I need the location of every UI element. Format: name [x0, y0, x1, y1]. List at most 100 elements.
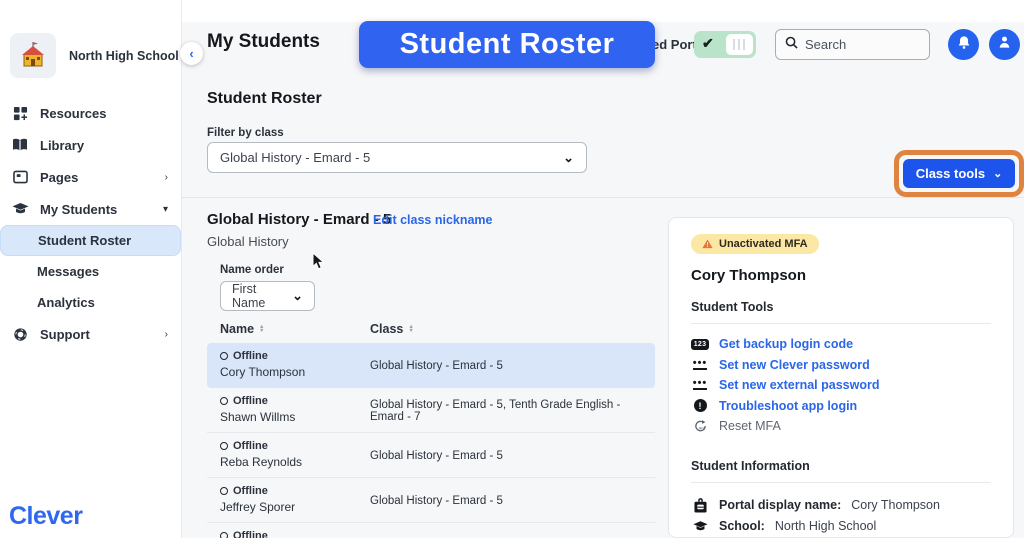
status-label: Offline — [233, 530, 268, 538]
name-order-value: First Name — [232, 282, 292, 310]
status-label: Offline — [233, 485, 268, 497]
sidebar: North High School Resources — [0, 0, 182, 538]
sidebar-item-resources[interactable]: Resources — [0, 97, 182, 129]
student-roster-app: North High School Resources — [0, 0, 1024, 538]
clever-logo: Clever — [9, 502, 82, 531]
table-row-cory-thompson[interactable]: Offline Cory Thompson Global History - E… — [207, 343, 655, 388]
student-class: Global History - Emard - 5 — [370, 523, 655, 538]
class-tools-button[interactable]: Class tools ⌄ — [903, 159, 1015, 188]
sidebar-item-label: Support — [40, 327, 90, 342]
edit-class-nickname-link[interactable]: Edit class nickname — [373, 213, 493, 227]
profile-button[interactable] — [989, 29, 1020, 60]
sidebar-item-label: My Students — [40, 202, 117, 217]
tutorial-overlay-badge: Student Roster — [359, 21, 655, 68]
password-dots-icon: ••• — [691, 360, 709, 370]
table-row-shawn-willms[interactable]: Offline Shawn Willms Global History - Em… — [207, 388, 655, 433]
status-badge: Offline — [220, 395, 268, 407]
tool-label: Get backup login code — [719, 337, 853, 351]
school-row: School: North High School — [691, 516, 991, 537]
reset-mfa-item[interactable]: MFA Reset MFA — [691, 416, 991, 437]
annotation-highlight-ring: Class tools ⌄ — [894, 150, 1024, 197]
chevron-down-icon: ⌄ — [993, 167, 1002, 180]
sidebar-item-library[interactable]: Library — [0, 129, 182, 161]
sidebar-nav: Resources Library Pages › — [0, 97, 182, 350]
chevron-down-icon: ⌄ — [292, 288, 303, 304]
student-class: Global History - Emard - 5 — [370, 478, 655, 523]
pages-icon — [11, 169, 29, 185]
reset-mfa-icon: MFA — [691, 419, 709, 433]
status-label: Offline — [233, 395, 268, 407]
overlay-badge-text: Student Roster — [400, 28, 615, 61]
column-header-class[interactable]: Class ▲▼ — [370, 322, 414, 336]
divider — [691, 482, 991, 483]
column-header-name[interactable]: Name ▲▼ — [220, 322, 265, 336]
student-name: Reba Reynolds — [220, 455, 302, 469]
troubleshoot-app-login-link[interactable]: ! Troubleshoot app login — [691, 396, 991, 417]
tool-label: Set new Clever password — [719, 358, 870, 372]
status-badge: Offline — [220, 440, 268, 452]
tool-label: Troubleshoot app login — [719, 399, 857, 413]
name-order-select[interactable]: First Name ⌄ — [220, 281, 315, 311]
detail-student-name: Cory Thompson — [691, 267, 991, 284]
main-area: My Students ed Portal ✔ — [182, 0, 1024, 538]
table-row-reba-reynolds[interactable]: Offline Reba Reynolds Global History - E… — [207, 433, 655, 478]
sort-icon: ▲▼ — [259, 325, 264, 334]
student-tools-heading: Student Tools — [691, 300, 991, 314]
set-new-clever-password-link[interactable]: ••• Set new Clever password — [691, 355, 991, 376]
search-box[interactable] — [775, 29, 930, 60]
school-name: North High School — [69, 49, 179, 63]
column-label: Class — [370, 322, 403, 336]
chevron-down-icon: ⌄ — [563, 150, 574, 166]
divider — [691, 323, 991, 324]
tool-label: Reset MFA — [719, 419, 781, 433]
sidebar-item-analytics[interactable]: Analytics — [0, 287, 182, 318]
svg-text:MFA: MFA — [698, 427, 705, 431]
toggle-knob — [726, 34, 753, 55]
status-badge: Offline — [220, 350, 268, 362]
notifications-button[interactable] — [948, 29, 979, 60]
class-filter-select[interactable]: Global History - Emard - 5 ⌄ — [207, 142, 587, 173]
mouse-cursor — [312, 252, 325, 275]
sidebar-item-pages[interactable]: Pages › — [0, 161, 182, 193]
sidebar-collapse-button[interactable]: ‹ — [180, 42, 203, 65]
search-icon — [785, 36, 798, 54]
set-new-external-password-link[interactable]: ••• Set new external password — [691, 375, 991, 396]
info-label: Portal display name: — [719, 498, 841, 512]
offline-status-icon — [220, 352, 228, 360]
warning-icon — [702, 239, 713, 249]
student-name: Jeffrey Sporer — [220, 500, 295, 514]
search-input[interactable] — [805, 37, 915, 52]
sidebar-item-support[interactable]: Support › — [0, 318, 182, 350]
chevron-right-icon: › — [165, 329, 168, 340]
school-header: North High School — [10, 33, 179, 78]
resources-icon — [11, 105, 29, 121]
sidebar-item-label: Library — [40, 138, 84, 153]
section-divider — [182, 197, 1024, 198]
password-dots-icon: ••• — [691, 380, 709, 390]
check-icon: ✔ — [702, 35, 714, 52]
sidebar-item-label: Messages — [37, 264, 99, 279]
offline-status-icon — [220, 442, 228, 450]
offline-status-icon — [220, 487, 228, 495]
student-class: Global History - Emard - 5, Tenth Grade … — [370, 388, 655, 433]
portal-toggle[interactable]: ✔ — [694, 31, 756, 58]
exclamation-circle-icon: ! — [691, 399, 709, 412]
sidebar-item-label: Student Roster — [38, 233, 131, 248]
portal-display-name-row: Portal display name: Cory Thompson — [691, 495, 991, 516]
mfa-status-badge: Unactivated MFA — [691, 234, 819, 254]
get-backup-login-code-link[interactable]: 123 Get backup login code — [691, 334, 991, 355]
student-detail-card: Unactivated MFA Cory Thompson Student To… — [668, 217, 1014, 538]
status-label: Offline — [233, 440, 268, 452]
chevron-left-icon: ‹ — [189, 46, 193, 61]
name-order-label: Name order — [220, 264, 284, 276]
mfa-badge-label: Unactivated MFA — [719, 238, 808, 250]
sidebar-item-my-students[interactable]: My Students ▾ — [0, 193, 182, 225]
table-row-jeffrey-sporer[interactable]: Offline Jeffrey Sporer Global History - … — [207, 478, 655, 523]
table-row-sylvia-kubic[interactable]: Offline Sylvia Kubic Global History - Em… — [207, 523, 655, 538]
person-icon — [998, 35, 1011, 54]
student-name: Cory Thompson — [220, 365, 305, 379]
page-header-title: My Students — [207, 31, 320, 53]
sidebar-item-student-roster[interactable]: Student Roster — [0, 225, 181, 256]
schoolhouse-icon — [18, 42, 48, 70]
sidebar-item-messages[interactable]: Messages — [0, 256, 182, 287]
